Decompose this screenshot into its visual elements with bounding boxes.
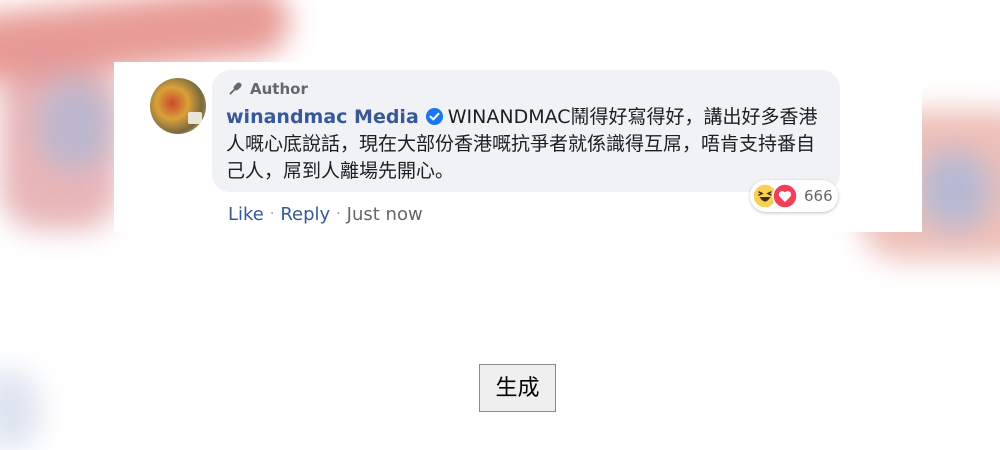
microphone-icon	[229, 82, 242, 95]
comment-body: winandmac Media WINANDMAC鬧得好寫得好，講出好多香港人嘅…	[226, 104, 826, 185]
separator-dot: ·	[269, 206, 275, 222]
comment-card: Author winandmac Media WINANDMAC鬧得好寫得好，講…	[114, 62, 922, 232]
timestamp[interactable]: Just now	[347, 204, 423, 225]
separator-dot: ·	[336, 206, 341, 222]
generate-button[interactable]: 生成	[479, 364, 556, 412]
comment-bubble: Author winandmac Media WINANDMAC鬧得好寫得好，講…	[212, 70, 840, 192]
reaction-summary[interactable]: 666	[750, 180, 838, 212]
background-blur	[920, 150, 990, 230]
author-name[interactable]: winandmac Media	[226, 106, 419, 128]
like-link[interactable]: Like	[228, 204, 264, 225]
background-blur	[40, 80, 110, 170]
author-badge-label: Author	[250, 80, 308, 98]
author-badge: Author	[226, 78, 308, 100]
comment-actions: Like · Reply · Just now	[228, 202, 423, 226]
background-blur	[0, 370, 40, 450]
love-icon	[772, 183, 798, 209]
verified-badge-icon	[425, 107, 443, 126]
reaction-count: 666	[804, 187, 833, 205]
avatar[interactable]	[150, 78, 206, 134]
reply-link[interactable]: Reply	[280, 204, 330, 225]
